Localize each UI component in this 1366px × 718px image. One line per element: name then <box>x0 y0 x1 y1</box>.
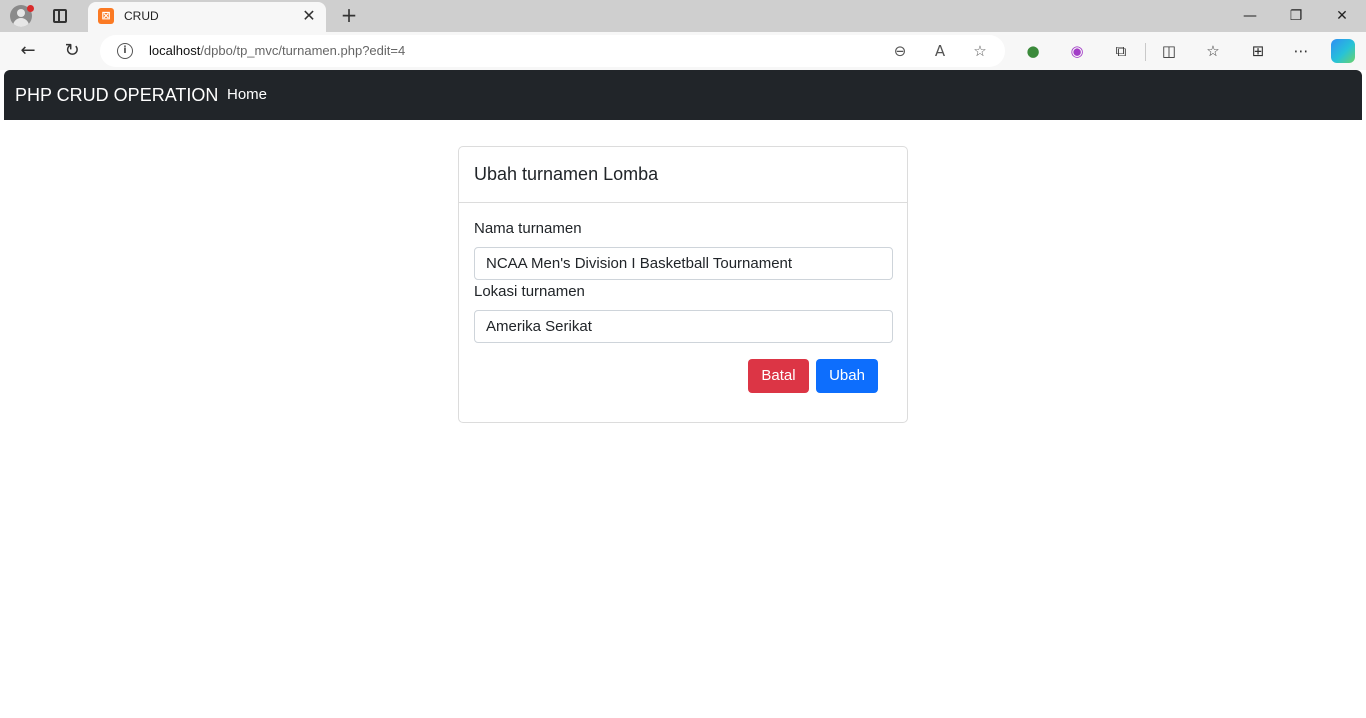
favorites-icon[interactable]: ☆ <box>1202 40 1224 62</box>
nama-turnamen-input[interactable] <box>474 247 893 280</box>
toolbar-separator <box>1145 43 1146 61</box>
notification-dot <box>27 5 34 12</box>
tab-actions-icon[interactable] <box>53 9 67 23</box>
browser-tab-bar: ⊠ CRUD ✕ + — ❐ ✕ <box>0 0 1366 32</box>
copilot-icon[interactable] <box>1331 39 1355 63</box>
collections-icon[interactable]: ⊞ <box>1247 40 1269 62</box>
navbar-brand[interactable]: PHP CRUD OPERATION <box>15 85 218 106</box>
extensions-puzzle-icon[interactable]: ⧉ <box>1110 40 1132 62</box>
browser-tab[interactable]: ⊠ CRUD ✕ <box>88 2 326 32</box>
site-info-icon[interactable]: i <box>117 43 133 59</box>
favorite-star-icon[interactable]: ☆ <box>970 41 990 61</box>
page-viewport: PHP CRUD OPERATION Home Ubah turnamen Lo… <box>4 70 1362 718</box>
more-menu-icon[interactable]: ⋯ <box>1290 40 1312 62</box>
nama-turnamen-label: Nama turnamen <box>474 220 582 237</box>
close-tab-icon[interactable]: ✕ <box>300 7 318 25</box>
close-window-icon[interactable]: ✕ <box>1330 4 1354 28</box>
browser-toolbar: ← ↻ i localhost/dpbo/tp_mvc/turnamen.php… <box>0 32 1366 70</box>
new-tab-icon[interactable]: + <box>338 4 360 26</box>
minimize-icon[interactable]: — <box>1238 4 1262 28</box>
cancel-button[interactable]: Batal <box>748 359 809 393</box>
lokasi-turnamen-label: Lokasi turnamen <box>474 283 585 300</box>
top-navbar: PHP CRUD OPERATION Home <box>4 70 1362 120</box>
xampp-favicon-icon: ⊠ <box>98 8 114 24</box>
reload-icon[interactable]: ↻ <box>60 39 84 63</box>
split-screen-icon[interactable]: ◫ <box>1158 40 1180 62</box>
lokasi-turnamen-input[interactable] <box>474 310 893 343</box>
card-header: Ubah turnamen Lomba <box>459 147 907 203</box>
restore-icon[interactable]: ❐ <box>1284 4 1308 28</box>
tab-title: CRUD <box>124 9 159 23</box>
address-bar[interactable]: i localhost/dpbo/tp_mvc/turnamen.php?edi… <box>100 35 1005 67</box>
submit-button[interactable]: Ubah <box>816 359 878 393</box>
zoom-out-icon[interactable]: ⊖ <box>890 41 910 61</box>
url-text[interactable]: localhost/dpbo/tp_mvc/turnamen.php?edit=… <box>149 43 405 58</box>
nav-link-home[interactable]: Home <box>227 86 267 103</box>
extension-broadcast-icon[interactable]: ◉ <box>1066 40 1088 62</box>
form-title: Ubah turnamen Lomba <box>474 164 659 184</box>
read-aloud-icon[interactable]: A <box>930 41 950 61</box>
extension-globe-icon[interactable]: ● <box>1022 40 1044 62</box>
edit-form-card: Ubah turnamen Lomba Nama turnamen Lokasi… <box>458 146 908 423</box>
back-icon[interactable]: ← <box>16 39 40 63</box>
